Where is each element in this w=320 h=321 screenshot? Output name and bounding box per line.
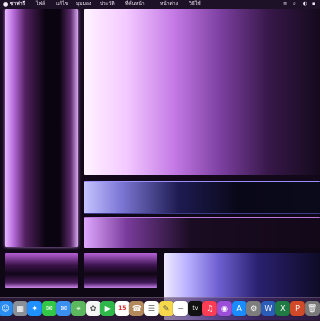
contacts-icon[interactable]: ☎ — [129, 301, 145, 316]
trash-icon-glyph: 🗑 — [307, 304, 318, 313]
launchpad-icon-glyph: ▦ — [16, 304, 24, 313]
freeform-icon[interactable]: ~ — [173, 301, 189, 316]
dock-items: ☺ ▦ ✦ ✉ ✉ ⌖ ✿ ▶ 15 ☎ ☰ ✎ ~ tv ♫ ◉ A ⚙ W X P 🗑 — [0, 301, 320, 319]
appletv-icon-glyph: tv — [192, 305, 199, 312]
word-icon[interactable]: W — [260, 301, 276, 316]
finder-icon-glyph: ☺ — [1, 304, 10, 313]
powerpoint-icon[interactable]: P — [290, 301, 305, 316]
reminders-icon[interactable]: ☰ — [144, 301, 159, 316]
safari-icon[interactable]: ✦ — [27, 301, 43, 316]
menu-item-view[interactable]: มุมมอง — [76, 0, 91, 9]
status-control-center-icon[interactable]: ≡ — [283, 0, 287, 9]
maps-icon[interactable]: ⌖ — [71, 301, 86, 316]
menu-bar: ● ซาฟารี ไฟล์ แก้ไข มุมมอง ประวัติ ที่คั… — [0, 0, 320, 9]
dock: ☺ ▦ ✦ ✉ ✉ ⌖ ✿ ▶ 15 ☎ ☰ ✎ ~ tv ♫ ◉ A ⚙ W X P 🗑 — [0, 297, 320, 321]
wallpaper-panel-mid-strip — [84, 217, 320, 248]
status-spotlight-icon[interactable]: ⌕ — [293, 0, 296, 9]
status-notification-icon[interactable]: ▪ — [312, 0, 315, 9]
messages-icon-glyph: ✉ — [45, 304, 53, 313]
menu-item-history[interactable]: ประวัติ — [100, 0, 115, 9]
facetime-icon-glyph: ▶ — [104, 304, 111, 313]
notes-icon-glyph: ✎ — [162, 304, 170, 313]
apple-menu-icon[interactable]: ● — [3, 0, 8, 9]
app-name-menu[interactable]: ซาฟารี — [10, 0, 25, 9]
wallpaper-panel-top-right — [84, 9, 320, 175]
appstore-icon[interactable]: A — [231, 301, 247, 316]
excel-icon[interactable]: X — [275, 301, 291, 316]
podcasts-icon-glyph: ◉ — [221, 304, 228, 313]
maps-icon-glyph: ⌖ — [76, 303, 81, 313]
trash-icon[interactable]: 🗑 — [304, 301, 320, 316]
podcasts-icon[interactable]: ◉ — [217, 301, 232, 316]
mail-icon-glyph: ✉ — [60, 304, 68, 313]
reminders-icon-glyph: ☰ — [147, 304, 156, 313]
settings-icon-glyph: ⚙ — [250, 304, 258, 313]
notes-icon[interactable]: ✎ — [158, 301, 174, 316]
desktop-wallpaper — [0, 9, 320, 320]
menu-item-edit[interactable]: แก้ไข — [56, 0, 68, 9]
status-siri-icon[interactable]: ◐ — [303, 0, 307, 9]
freeform-icon-glyph: ~ — [177, 304, 185, 313]
powerpoint-icon-glyph: P — [295, 304, 300, 313]
calendar-icon[interactable]: 15 — [114, 301, 130, 316]
excel-icon-glyph: X — [280, 304, 286, 313]
photos-icon-glyph: ✿ — [89, 304, 97, 313]
menu-item-file[interactable]: ไฟล์ — [36, 0, 45, 9]
menu-item-bookmarks[interactable]: ที่คั่นหน้า — [125, 0, 145, 9]
appstore-icon-glyph: A — [236, 304, 242, 313]
safari-icon-glyph: ✦ — [31, 304, 39, 313]
contacts-icon-glyph: ☎ — [131, 304, 142, 313]
appletv-icon[interactable]: tv — [187, 301, 203, 316]
facetime-icon[interactable]: ▶ — [100, 301, 116, 316]
settings-icon[interactable]: ⚙ — [246, 301, 262, 316]
wallpaper-panel-blue-strip — [84, 181, 320, 214]
music-icon[interactable]: ♫ — [202, 301, 218, 316]
launchpad-icon[interactable]: ▦ — [12, 301, 28, 316]
mail-icon[interactable]: ✉ — [56, 301, 72, 316]
wallpaper-panel-bottom-left-b — [84, 253, 157, 288]
finder-icon[interactable]: ☺ — [0, 301, 13, 316]
messages-icon[interactable]: ✉ — [41, 301, 57, 316]
music-icon-glyph: ♫ — [206, 304, 214, 313]
photos-icon[interactable]: ✿ — [85, 301, 101, 316]
menu-item-window[interactable]: หน้าต่าง — [160, 0, 178, 9]
wallpaper-panel-bottom-left-a — [5, 253, 78, 288]
word-icon-glyph: W — [264, 304, 273, 313]
wallpaper-panel-left-tall — [5, 9, 78, 247]
calendar-date-label: 15 — [118, 305, 127, 312]
menu-item-help[interactable]: วิธีใช้ — [189, 0, 201, 9]
